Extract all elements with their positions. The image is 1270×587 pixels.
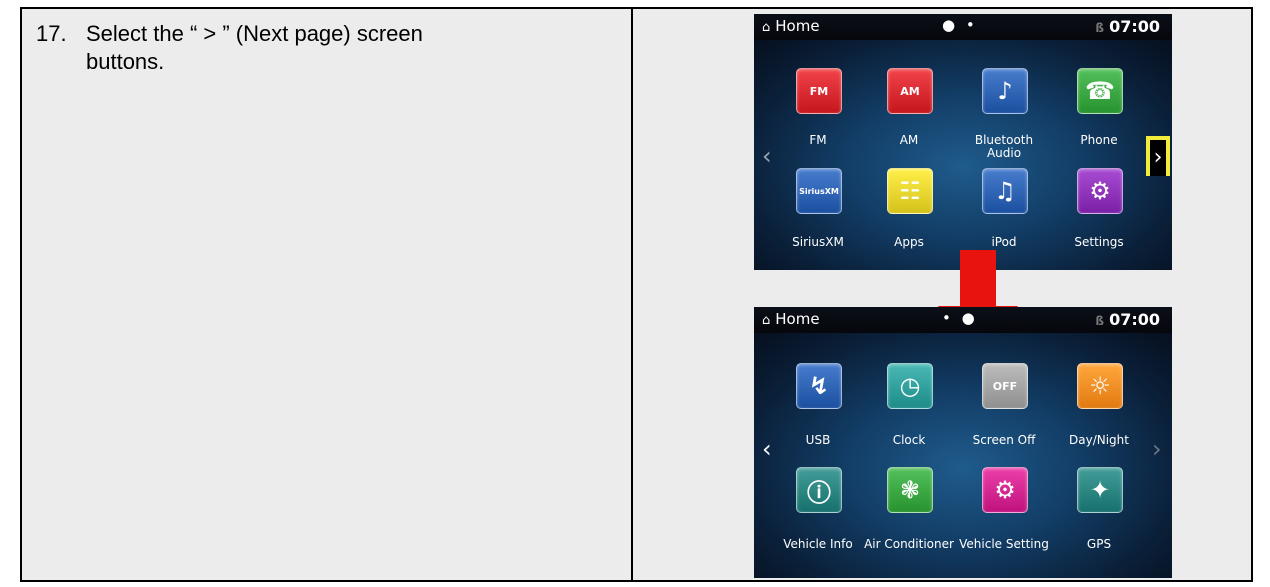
app-label: Air Conditioner xyxy=(864,537,954,551)
clock-readout: ß 07:00 xyxy=(1095,17,1160,36)
app-label: USB xyxy=(805,433,831,447)
app-label: Clock xyxy=(892,433,926,447)
app-label: Vehicle Setting xyxy=(959,537,1049,551)
apps-grid-icon: ☷ xyxy=(899,177,921,205)
app-tile-gps[interactable]: ✦ xyxy=(1077,467,1123,513)
status-bar: ⌂ Home ● • ß 07:00 xyxy=(754,14,1172,40)
fm-radio-icon: FM xyxy=(809,84,829,98)
clock-readout: ß 07:00 xyxy=(1095,310,1160,329)
home-icon: ⌂ xyxy=(762,20,771,35)
vehicle-info-icon: ⓘ xyxy=(807,478,831,507)
app-tile-siriusxm[interactable]: SiriusXM xyxy=(796,168,842,214)
app-label: SiriusXM xyxy=(792,235,844,249)
usb-icon: ↯ xyxy=(808,372,830,400)
app-label: Settings xyxy=(1074,235,1124,249)
gps-satellite-icon: ✦ xyxy=(1089,476,1111,504)
home-screen-page-1: ⌂ Home ● • ß 07:00 ‹ › FM FM AM AM ♪ Bluetooth … xyxy=(754,14,1172,270)
phone-icon: ☎ xyxy=(1085,77,1115,105)
step-text-continuation: buttons. xyxy=(86,49,165,74)
app-grid: ‹ › FM FM AM AM ♪ Bluetooth Audio ☎ Phone Sirius… xyxy=(754,40,1172,270)
step-text: Select the “ > ” (Next page) screen xyxy=(86,21,423,46)
am-radio-icon: AM xyxy=(900,84,920,98)
app-tile-am[interactable]: AM xyxy=(887,68,933,114)
next-page-chevron-icon: › xyxy=(1150,140,1166,176)
status-bar: ⌂ Home • ● ß 07:00 xyxy=(754,307,1172,333)
home-title: Home xyxy=(775,310,820,328)
home-button[interactable]: ⌂ Home xyxy=(762,17,820,35)
app-label: GPS xyxy=(1086,537,1112,551)
bluetooth-status-icon: ß xyxy=(1095,21,1105,35)
settings-gear-icon: ⚙ xyxy=(1089,177,1111,205)
app-tile-phone[interactable]: ☎ xyxy=(1077,68,1123,114)
app-label: Screen Off xyxy=(972,433,1036,447)
app-tile-day-night[interactable]: ☼ xyxy=(1077,363,1123,409)
vehicle-setting-icon: ⚙ xyxy=(994,476,1016,504)
app-tile-screen-off[interactable]: OFF xyxy=(982,363,1028,409)
app-tile-usb[interactable]: ↯ xyxy=(796,363,842,409)
day-night-icon: ☼ xyxy=(1089,372,1111,400)
app-tile-vehicle-info[interactable]: ⓘ xyxy=(796,467,842,513)
screen-off-icon: OFF xyxy=(992,379,1018,393)
clock-icon: ◷ xyxy=(899,372,921,400)
home-button[interactable]: ⌂ Home xyxy=(762,310,820,328)
page-indicator: ● • xyxy=(942,16,978,34)
bluetooth-status-icon: ß xyxy=(1095,314,1105,328)
app-label: Bluetooth Audio xyxy=(974,133,1034,160)
app-tile-clock[interactable]: ◷ xyxy=(887,363,933,409)
music-note-icon: ♫ xyxy=(994,177,1016,205)
app-label: FM xyxy=(809,133,827,147)
next-page-button[interactable]: › xyxy=(1152,435,1162,463)
home-icon: ⌂ xyxy=(762,313,771,328)
app-tile-bluetooth-audio[interactable]: ♪ xyxy=(982,68,1028,114)
home-title: Home xyxy=(775,17,820,35)
time-text: 07:00 xyxy=(1109,310,1160,329)
step-number: 17. xyxy=(36,21,67,46)
home-screen-page-2: ⌂ Home • ● ß 07:00 ‹ › ↯ USB ◷ Clock OFF Screen… xyxy=(754,307,1172,578)
app-label: iPod xyxy=(991,235,1017,249)
app-label: Phone xyxy=(1080,133,1118,147)
air-conditioner-fan-icon: ❃ xyxy=(899,476,921,504)
siriusxm-icon: SiriusXM xyxy=(799,186,839,196)
time-text: 07:00 xyxy=(1109,17,1160,36)
app-tile-ipod[interactable]: ♫ xyxy=(982,168,1028,214)
app-label: AM xyxy=(899,133,919,147)
next-page-button-highlighted[interactable]: › xyxy=(1146,136,1170,176)
app-tile-fm[interactable]: FM xyxy=(796,68,842,114)
app-label: Day/Night xyxy=(1069,433,1129,447)
bluetooth-audio-icon: ♪ xyxy=(997,77,1013,105)
app-grid: ‹ › ↯ USB ◷ Clock OFF Screen Off ☼ Day/Night ⓘ Ve… xyxy=(754,333,1172,578)
instruction-cell: 17. Select the “ > ” (Next page) screen … xyxy=(22,9,633,580)
app-label: Apps xyxy=(894,235,924,249)
page-indicator: • ● xyxy=(942,309,978,327)
app-tile-vehicle-setting[interactable]: ⚙ xyxy=(982,467,1028,513)
app-tile-air-conditioner[interactable]: ❃ xyxy=(887,467,933,513)
app-label: Vehicle Info xyxy=(783,537,853,551)
app-tile-apps[interactable]: ☷ xyxy=(887,168,933,214)
app-tile-settings[interactable]: ⚙ xyxy=(1077,168,1123,214)
